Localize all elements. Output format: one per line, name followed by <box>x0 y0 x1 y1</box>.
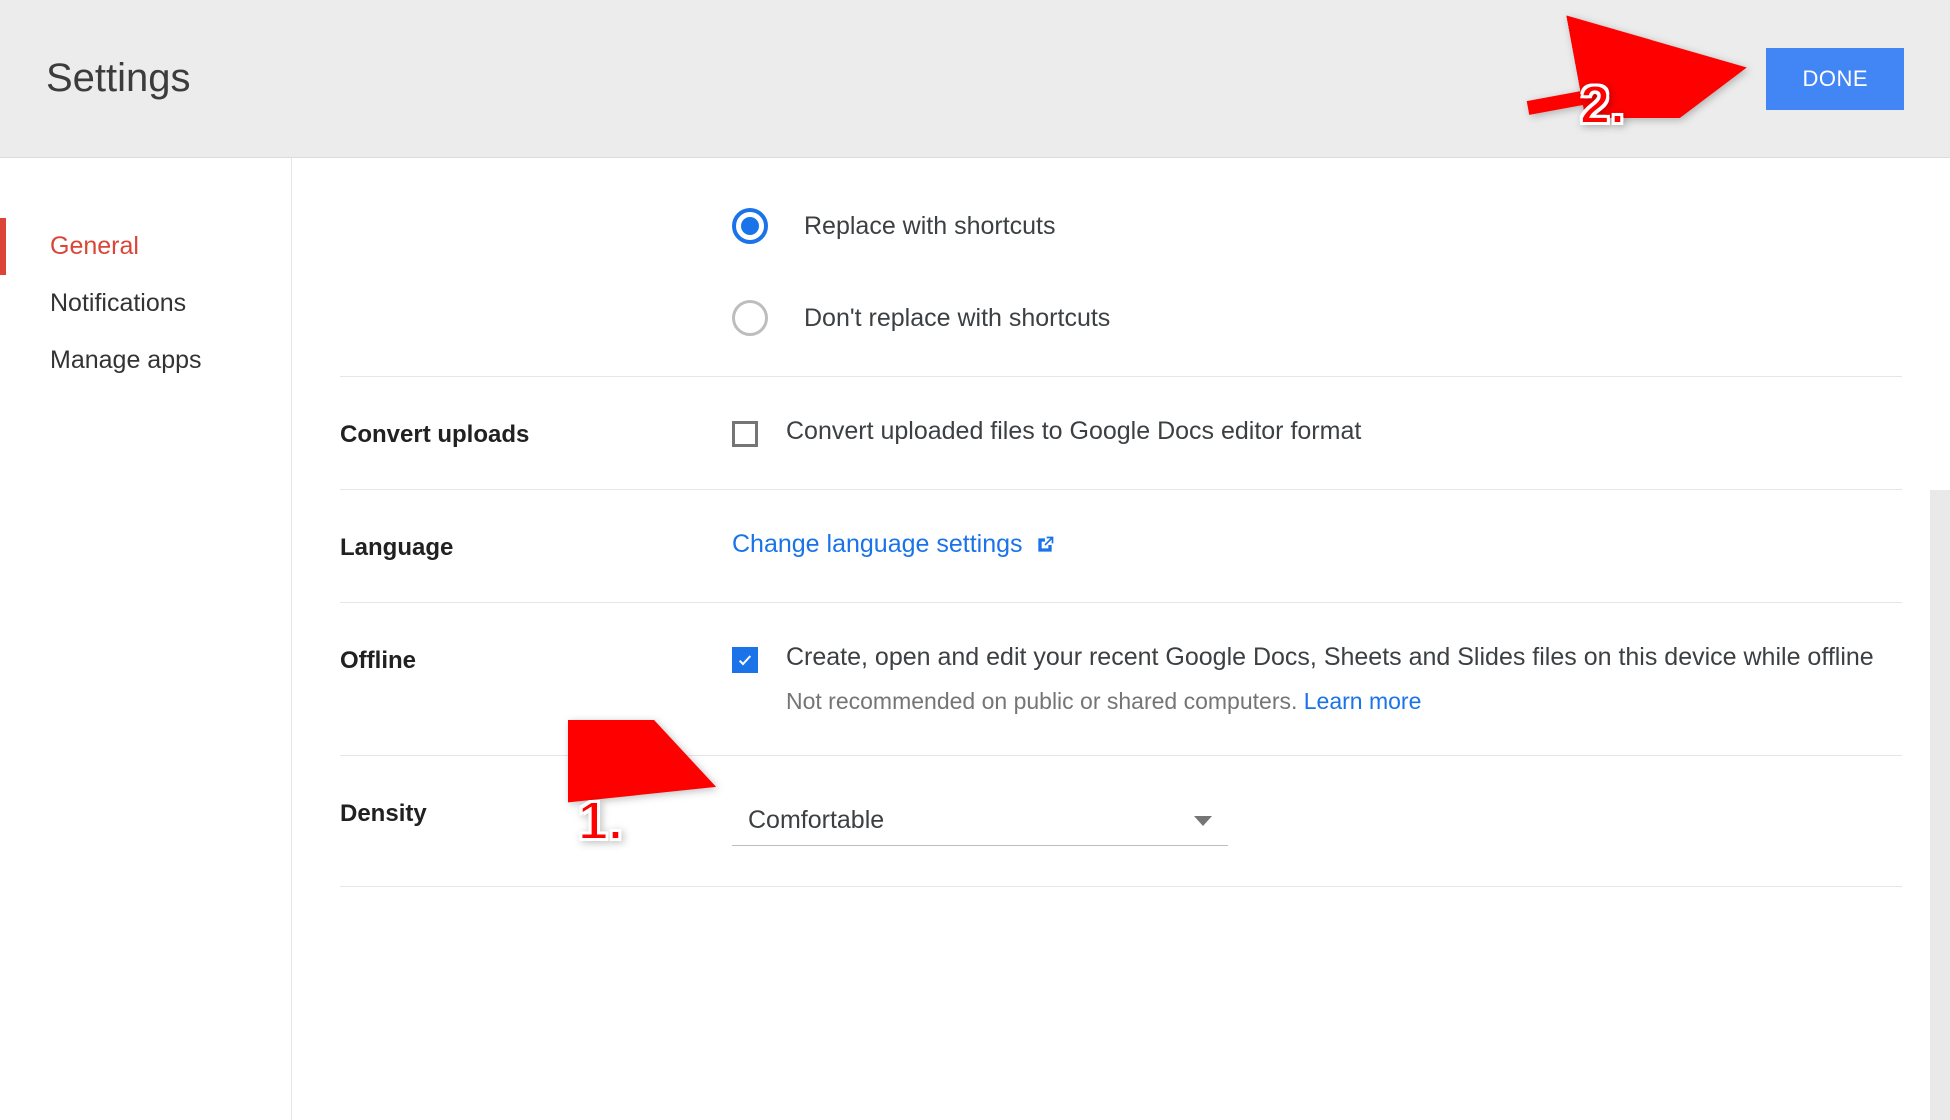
radio-label: Replace with shortcuts <box>804 212 1056 241</box>
density-select[interactable]: Comfortable <box>732 796 1228 846</box>
sidebar-item-notifications[interactable]: Notifications <box>0 275 291 332</box>
section-convert-uploads: Convert uploads Convert uploaded files t… <box>340 377 1902 490</box>
settings-main: Replace with shortcuts Don't replace wit… <box>292 158 1950 1120</box>
section-label: Density <box>340 796 732 846</box>
settings-sidebar: General Notifications Manage apps <box>0 158 292 1120</box>
sidebar-item-label: Manage apps <box>50 346 202 374</box>
radio-unselected-icon <box>732 300 768 336</box>
settings-header: Settings DONE <box>0 0 1950 158</box>
done-button[interactable]: DONE <box>1766 48 1904 110</box>
section-label: Offline <box>340 643 732 715</box>
checkbox-checked-icon <box>732 647 758 673</box>
checkbox-offline[interactable]: Create, open and edit your recent Google… <box>732 643 1902 715</box>
radio-replace-shortcuts[interactable]: Replace with shortcuts <box>732 208 1902 244</box>
checkbox-unchecked-icon <box>732 421 758 447</box>
sidebar-item-manage-apps[interactable]: Manage apps <box>0 332 291 389</box>
offline-hint: Not recommended on public or shared comp… <box>786 688 1902 715</box>
learn-more-link[interactable]: Learn more <box>1304 688 1422 714</box>
page-title: Settings <box>46 56 191 101</box>
section-language: Language Change language settings <box>340 490 1902 603</box>
section-density: Density Comfortable <box>340 756 1902 887</box>
radio-selected-icon <box>732 208 768 244</box>
sidebar-item-general[interactable]: General <box>0 218 291 275</box>
section-shortcuts: Replace with shortcuts Don't replace wit… <box>340 208 1902 377</box>
section-label: Language <box>340 530 732 562</box>
sidebar-item-label: Notifications <box>50 289 186 317</box>
density-selected-value: Comfortable <box>748 806 884 835</box>
checkbox-convert-uploads[interactable]: Convert uploaded files to Google Docs ed… <box>732 417 1902 447</box>
checkbox-label: Create, open and edit your recent Google… <box>786 643 1874 671</box>
section-label: Convert uploads <box>340 417 732 449</box>
check-icon <box>737 652 753 668</box>
radio-dont-replace-shortcuts[interactable]: Don't replace with shortcuts <box>732 300 1902 336</box>
scrollbar[interactable] <box>1930 490 1950 1120</box>
change-language-link[interactable]: Change language settings <box>732 530 1055 558</box>
section-offline: Offline Create, open and edit your recen… <box>340 603 1902 756</box>
checkbox-label: Convert uploaded files to Google Docs ed… <box>786 417 1361 446</box>
sidebar-item-label: General <box>50 232 139 260</box>
radio-label: Don't replace with shortcuts <box>804 304 1110 333</box>
link-text: Change language settings <box>732 530 1023 558</box>
external-link-icon <box>1035 535 1055 555</box>
hint-text: Not recommended on public or shared comp… <box>786 688 1304 714</box>
caret-down-icon <box>1194 816 1212 826</box>
